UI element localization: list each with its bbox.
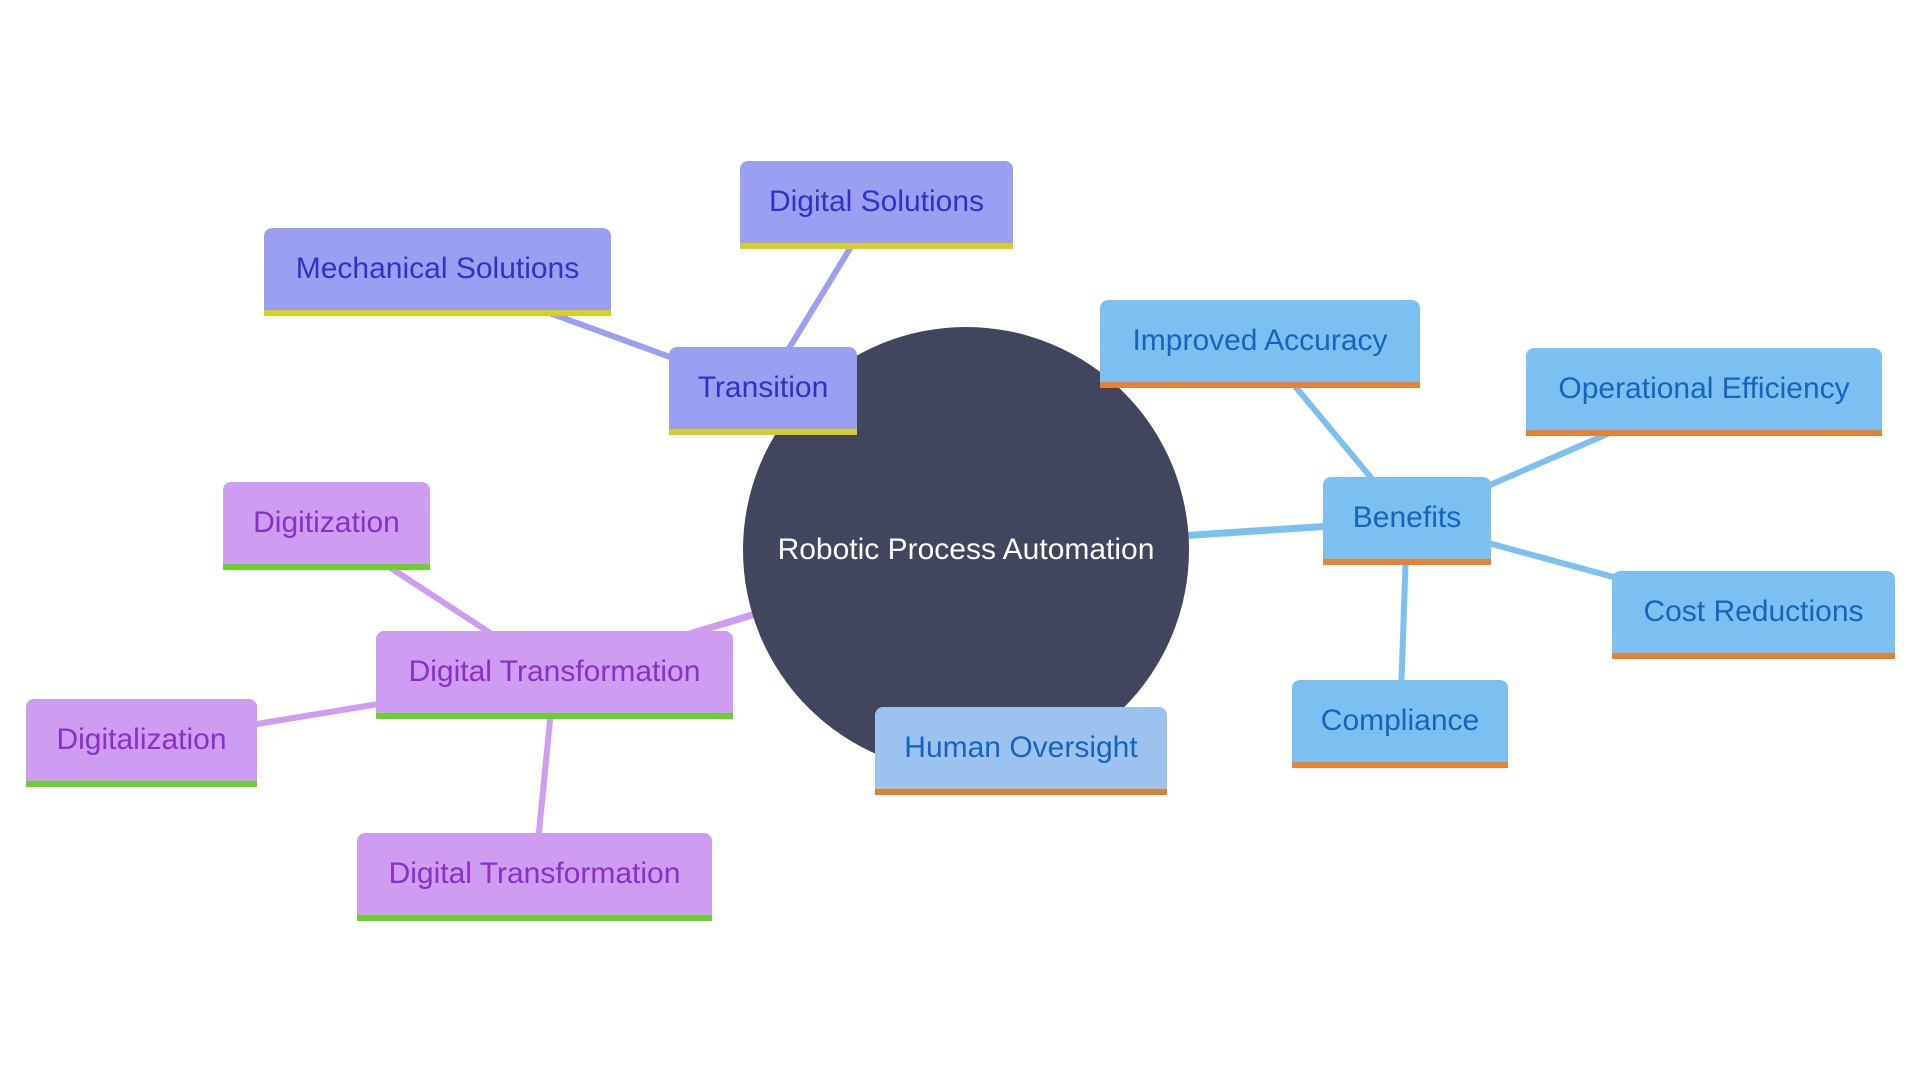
node-label: Digitization: [253, 506, 400, 539]
node-label: Digitalization: [56, 723, 227, 756]
node-label: Benefits: [1352, 501, 1462, 534]
node-human-oversight[interactable]: Human Oversight: [875, 707, 1167, 795]
node-cost-reductions[interactable]: Cost Reductions: [1612, 571, 1895, 659]
node-label: Digital Transformation: [388, 857, 681, 890]
node-digitization[interactable]: Digitization: [223, 482, 430, 570]
node-label: Improved Accuracy: [1132, 324, 1388, 357]
node-improved-accuracy[interactable]: Improved Accuracy: [1100, 300, 1420, 388]
root-label: Robotic Process Automation: [777, 533, 1155, 566]
node-label: Human Oversight: [904, 731, 1138, 764]
node-operational-efficiency[interactable]: Operational Efficiency: [1526, 348, 1882, 436]
node-digitalization[interactable]: Digitalization: [26, 699, 257, 787]
node-label: Digital Solutions: [768, 185, 985, 218]
node-benefits[interactable]: Benefits: [1323, 477, 1491, 565]
node-transition[interactable]: Transition: [669, 347, 857, 435]
node-label: Compliance: [1320, 704, 1480, 737]
node-compliance[interactable]: Compliance: [1292, 680, 1508, 768]
node-label: Cost Reductions: [1643, 595, 1864, 628]
node-digital-transformation[interactable]: Digital Transformation: [376, 631, 733, 719]
node-label: Mechanical Solutions: [295, 252, 580, 285]
node-digital-transformation-2[interactable]: Digital Transformation: [357, 833, 712, 921]
node-mechanical-solutions[interactable]: Mechanical Solutions: [264, 228, 611, 316]
node-label: Operational Efficiency: [1558, 372, 1850, 405]
node-digital-solutions[interactable]: Digital Solutions: [740, 161, 1013, 249]
node-label: Digital Transformation: [408, 655, 701, 688]
node-label: Transition: [697, 371, 829, 404]
